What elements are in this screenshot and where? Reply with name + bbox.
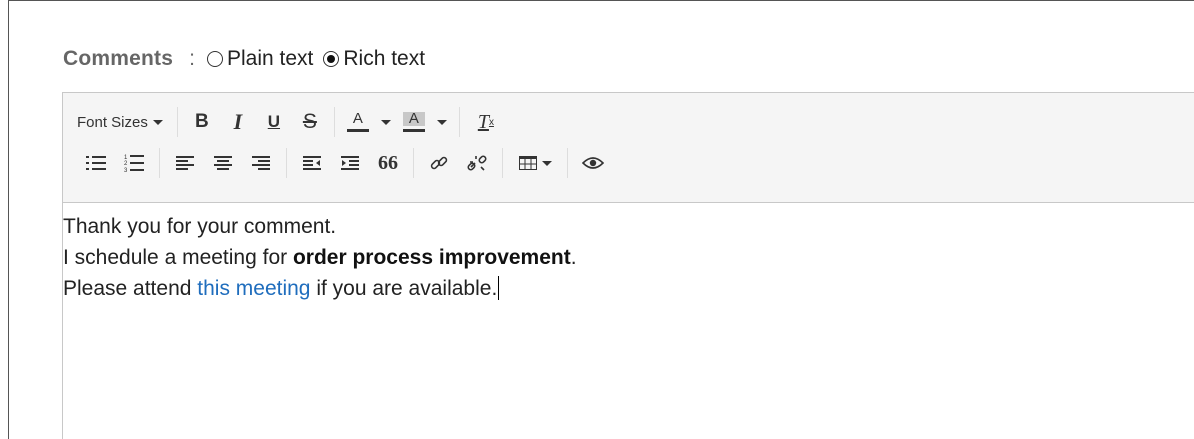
label-separator: : xyxy=(189,47,195,70)
chevron-down-icon xyxy=(380,119,391,125)
chevron-down-icon xyxy=(541,160,552,166)
plain-text-radio[interactable] xyxy=(206,51,223,67)
toolbar-divider xyxy=(502,148,503,178)
content-line-1: Thank you for your comment. xyxy=(63,215,337,238)
chevron-down-icon xyxy=(152,119,163,125)
line3-text: Please attend xyxy=(63,277,198,300)
editor-content[interactable]: Thank you for your comment. I schedule a… xyxy=(63,203,577,304)
rich-text-radio[interactable] xyxy=(323,51,340,67)
line2-suffix: . xyxy=(570,246,577,269)
toolbar-divider xyxy=(286,148,287,178)
remove-link-button[interactable] xyxy=(458,148,496,178)
bold-button[interactable]: B xyxy=(184,107,220,137)
align-right-icon xyxy=(252,156,270,170)
rich-text-editor: Font Sizes B I U S A A T x 1 2 3 66 Than… xyxy=(62,92,1194,439)
align-center-icon xyxy=(214,156,232,170)
align-center-button[interactable] xyxy=(204,148,242,178)
align-left-button[interactable] xyxy=(166,148,204,178)
rich-text-label: Rich text xyxy=(343,47,426,70)
toolbar-divider xyxy=(333,107,335,137)
outdent-icon xyxy=(303,156,321,170)
chevron-down-icon xyxy=(436,119,447,125)
bullet-list-icon xyxy=(86,156,106,170)
text-color-dropdown[interactable] xyxy=(375,107,397,137)
svg-text:2: 2 xyxy=(124,161,128,167)
preview-button[interactable] xyxy=(574,148,612,178)
toolbar-divider xyxy=(176,107,178,137)
toolbar-divider xyxy=(413,148,414,178)
bold-text: order process improvement xyxy=(292,246,571,269)
comments-label: Comments xyxy=(63,47,174,70)
plain-text-option[interactable]: Plain text xyxy=(206,47,314,71)
align-right-button[interactable] xyxy=(242,148,280,178)
align-left-icon xyxy=(176,156,194,170)
text-color-button[interactable]: A xyxy=(341,107,375,137)
toolbar-divider xyxy=(159,148,160,178)
content-line-3: Please attend this meeting if you are av… xyxy=(63,273,577,304)
toolbar-row-1: Font Sizes B I U S A A T x xyxy=(63,104,506,140)
plain-text-label: Plain text xyxy=(226,47,314,70)
background-color-button[interactable]: A xyxy=(397,107,431,137)
numbered-list-icon: 1 2 3 xyxy=(124,155,144,173)
clear-formatting-button[interactable]: Tx xyxy=(466,107,506,137)
indent-icon xyxy=(341,156,359,170)
italic-button[interactable]: I xyxy=(220,107,256,137)
outdent-button[interactable] xyxy=(293,148,331,178)
text-cursor xyxy=(498,276,500,300)
background-color-icon: A xyxy=(402,111,425,126)
indent-button[interactable] xyxy=(331,148,369,178)
preview-icon xyxy=(582,157,604,169)
unlink-icon xyxy=(467,155,487,171)
insert-link-button[interactable] xyxy=(420,148,458,178)
clear-formatting-icon: T xyxy=(477,110,489,133)
table-dropdown[interactable] xyxy=(509,148,561,178)
svg-text:3: 3 xyxy=(124,168,128,173)
clear-formatting-sub: x xyxy=(488,116,494,128)
content-line-2: I schedule a meeting for order process i… xyxy=(63,242,577,273)
underline-button[interactable]: U xyxy=(256,107,292,137)
line2-text: I schedule a meeting for xyxy=(63,246,293,269)
background-color-dropdown[interactable] xyxy=(431,107,453,137)
font-sizes-label: Font Sizes xyxy=(77,113,148,131)
toolbar-row-2: 1 2 3 66 xyxy=(63,145,612,181)
text-color-icon: A xyxy=(352,110,363,127)
font-sizes-dropdown[interactable]: Font Sizes xyxy=(63,107,171,137)
format-selector: Comments : Plain text Rich text xyxy=(63,44,435,74)
table-icon xyxy=(518,156,537,170)
color-bar xyxy=(402,129,425,132)
blockquote-icon: 66 xyxy=(378,151,398,174)
strikethrough-button[interactable]: S xyxy=(292,107,328,137)
bullet-list-button[interactable] xyxy=(77,148,115,178)
toolbar-divider xyxy=(567,148,568,178)
meeting-link[interactable]: this meeting xyxy=(197,277,310,300)
color-bar xyxy=(346,129,369,132)
link-icon xyxy=(430,156,448,170)
editor-toolbar: Font Sizes B I U S A A T x 1 2 3 66 xyxy=(63,93,1194,203)
toolbar-divider xyxy=(458,107,460,137)
rich-text-option[interactable]: Rich text xyxy=(323,47,425,71)
numbered-list-button[interactable]: 1 2 3 xyxy=(115,148,153,178)
blockquote-button[interactable]: 66 xyxy=(369,148,407,178)
line3-suffix: if you are available. xyxy=(310,277,498,300)
